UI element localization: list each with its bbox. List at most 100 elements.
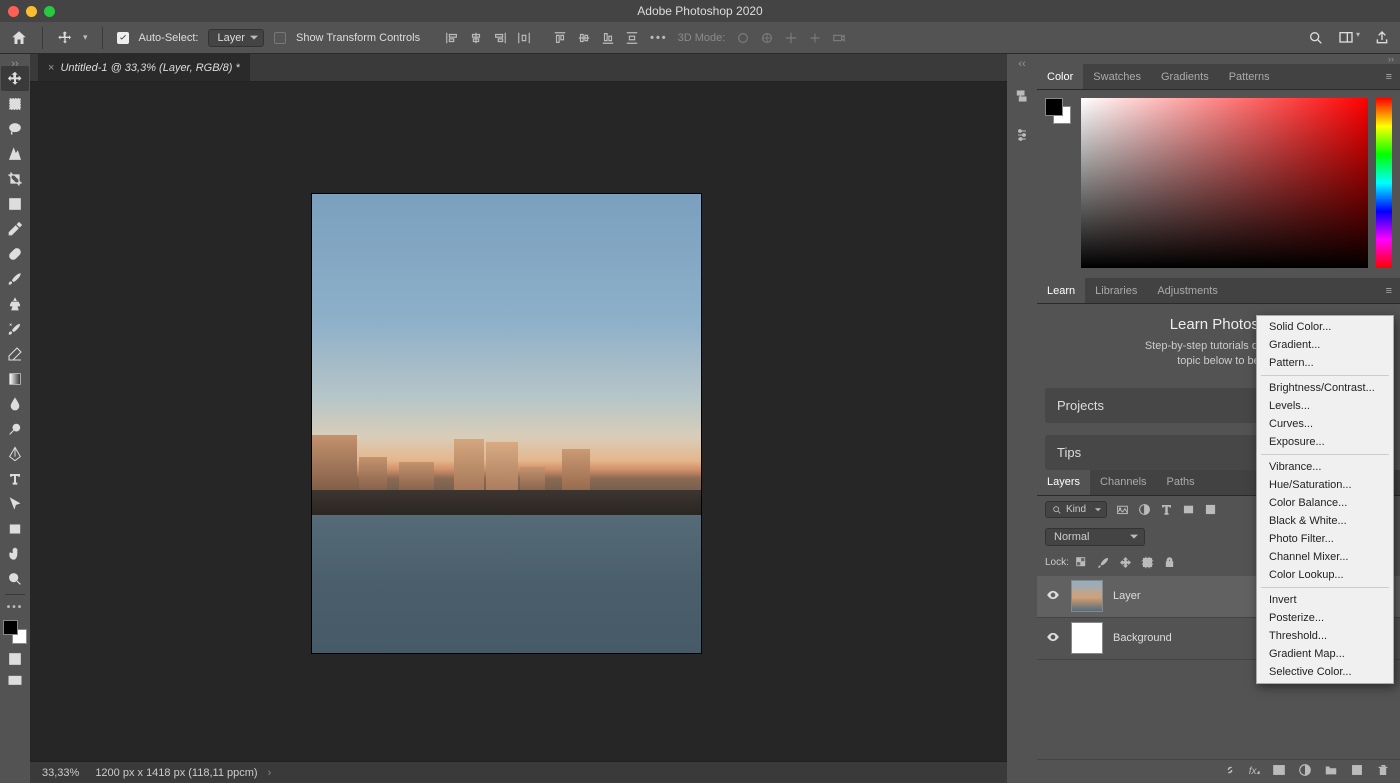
gradient-tool[interactable] — [1, 366, 29, 391]
layer-thumbnail[interactable] — [1071, 580, 1103, 612]
color-panel-menu-icon[interactable]: ≡ — [1378, 64, 1400, 89]
tab-patterns[interactable]: Patterns — [1219, 64, 1280, 89]
close-window-button[interactable] — [8, 6, 19, 17]
group-icon[interactable] — [1324, 763, 1338, 780]
filter-kind-dropdown[interactable]: Kind — [1045, 501, 1107, 518]
tab-swatches[interactable]: Swatches — [1083, 64, 1151, 89]
move-tool-icon[interactable] — [57, 30, 73, 46]
show-transform-checkbox[interactable] — [274, 32, 286, 44]
collapse-panels-icon[interactable]: ›› — [1037, 54, 1400, 64]
tab-paths[interactable]: Paths — [1157, 470, 1205, 495]
tab-adjustments[interactable]: Adjustments — [1147, 278, 1228, 303]
blur-tool[interactable] — [1, 391, 29, 416]
link-layers-icon[interactable] — [1223, 763, 1237, 780]
filter-type-icon[interactable] — [1159, 503, 1173, 517]
quickmask-icon[interactable] — [1, 650, 29, 668]
auto-select-checkbox[interactable] — [117, 32, 129, 44]
menu-item[interactable]: Levels... — [1257, 397, 1393, 415]
type-tool[interactable] — [1, 466, 29, 491]
home-icon[interactable] — [10, 29, 28, 47]
doc-info[interactable]: 1200 px x 1418 px (118,11 ppcm) — [95, 767, 271, 779]
menu-item[interactable]: Photo Filter... — [1257, 530, 1393, 548]
lock-transparency-icon[interactable] — [1075, 556, 1089, 570]
lock-brush-icon[interactable] — [1097, 556, 1111, 570]
align-middle-icon[interactable] — [576, 30, 592, 46]
menu-item[interactable]: Channel Mixer... — [1257, 548, 1393, 566]
menu-item[interactable]: Color Lookup... — [1257, 566, 1393, 584]
menu-item[interactable]: Posterize... — [1257, 609, 1393, 627]
history-brush-tool[interactable] — [1, 316, 29, 341]
menu-item[interactable]: Brightness/Contrast... — [1257, 379, 1393, 397]
document-tab[interactable]: × Untitled-1 @ 33,3% (Layer, RGB/8) * — [38, 54, 250, 81]
rectangle-tool[interactable] — [1, 516, 29, 541]
menu-item[interactable]: Solid Color... — [1257, 318, 1393, 336]
path-select-tool[interactable] — [1, 491, 29, 516]
menu-item[interactable]: Gradient... — [1257, 336, 1393, 354]
lasso-tool[interactable] — [1, 116, 29, 141]
align-right-icon[interactable] — [492, 30, 508, 46]
filter-shape-icon[interactable] — [1181, 503, 1195, 517]
menu-item[interactable]: Selective Color... — [1257, 663, 1393, 681]
new-layer-icon[interactable] — [1350, 763, 1364, 780]
history-panel-icon[interactable] — [1013, 88, 1031, 106]
frame-tool[interactable] — [1, 191, 29, 216]
share-icon[interactable] — [1374, 30, 1390, 46]
hand-tool[interactable] — [1, 541, 29, 566]
search-icon[interactable] — [1308, 30, 1324, 46]
dodge-tool[interactable] — [1, 416, 29, 441]
tab-color[interactable]: Color — [1037, 64, 1083, 89]
menu-item[interactable]: Curves... — [1257, 415, 1393, 433]
align-center-h-icon[interactable] — [468, 30, 484, 46]
canvas-image[interactable] — [312, 194, 701, 653]
align-top-icon[interactable] — [552, 30, 568, 46]
layer-fx-icon[interactable]: fx▴ — [1249, 766, 1260, 777]
eraser-tool[interactable] — [1, 341, 29, 366]
filter-adjust-icon[interactable] — [1137, 503, 1151, 517]
layer-mask-icon[interactable] — [1272, 763, 1286, 780]
screenmode-icon[interactable] — [1, 672, 29, 690]
color-field[interactable] — [1081, 98, 1368, 268]
zoom-level[interactable]: 33,33% — [42, 767, 79, 779]
tab-gradients[interactable]: Gradients — [1151, 64, 1219, 89]
align-left-icon[interactable] — [444, 30, 460, 46]
more-options-icon[interactable]: ••• — [650, 32, 668, 44]
menu-item[interactable]: Threshold... — [1257, 627, 1393, 645]
panel-fg-swatch[interactable] — [1045, 98, 1063, 116]
filter-smart-icon[interactable] — [1203, 503, 1217, 517]
menu-item[interactable]: Exposure... — [1257, 433, 1393, 451]
edit-toolbar-icon[interactable]: ••• — [1, 598, 29, 616]
pen-tool[interactable] — [1, 441, 29, 466]
layer-thumbnail[interactable] — [1071, 622, 1103, 654]
marquee-tool[interactable] — [1, 91, 29, 116]
foreground-swatch[interactable] — [3, 620, 18, 635]
blend-mode-dropdown[interactable]: Normal — [1045, 528, 1145, 546]
hue-strip[interactable] — [1376, 98, 1392, 268]
panel-color-swatches[interactable] — [1045, 98, 1073, 126]
menu-item[interactable]: Pattern... — [1257, 354, 1393, 372]
minimize-window-button[interactable] — [26, 6, 37, 17]
lock-position-icon[interactable] — [1119, 556, 1133, 570]
distribute-v-icon[interactable] — [624, 30, 640, 46]
visibility-icon[interactable] — [1045, 630, 1061, 647]
menu-item[interactable]: Black & White... — [1257, 512, 1393, 530]
maximize-window-button[interactable] — [44, 6, 55, 17]
layer-name[interactable]: Layer — [1113, 590, 1141, 602]
menu-item[interactable]: Color Balance... — [1257, 494, 1393, 512]
adjustment-layer-icon[interactable] — [1298, 763, 1312, 780]
menu-item[interactable]: Hue/Saturation... — [1257, 476, 1393, 494]
delete-layer-icon[interactable] — [1376, 763, 1390, 780]
clone-stamp-tool[interactable] — [1, 291, 29, 316]
menu-item[interactable]: Invert — [1257, 591, 1393, 609]
properties-panel-icon[interactable] — [1013, 126, 1031, 144]
distribute-icon[interactable] — [516, 30, 532, 46]
lock-all-icon[interactable] — [1163, 556, 1177, 570]
healing-tool[interactable] — [1, 241, 29, 266]
collapse-tools-icon[interactable]: ›› — [0, 58, 30, 66]
zoom-tool[interactable] — [1, 566, 29, 591]
tab-layers[interactable]: Layers — [1037, 470, 1090, 495]
menu-item[interactable]: Vibrance... — [1257, 458, 1393, 476]
layer-name[interactable]: Background — [1113, 632, 1172, 644]
learn-panel-menu-icon[interactable]: ≡ — [1378, 278, 1400, 303]
crop-tool[interactable] — [1, 166, 29, 191]
tab-libraries[interactable]: Libraries — [1085, 278, 1147, 303]
